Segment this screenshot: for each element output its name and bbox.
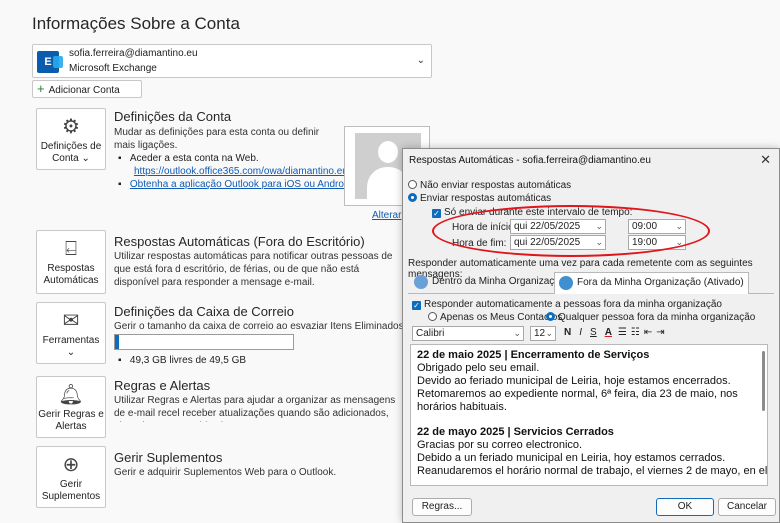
msg-es-line2: Debido a un feriado municipal en Leiria,… [417, 452, 726, 464]
people-icon [414, 275, 428, 289]
chevron-down-icon: ⌄ [513, 328, 521, 338]
radio-anyone-label: Qualquer pessoa fora da minha organizaçã… [558, 312, 756, 323]
chevron-down-icon: ⌄ [416, 55, 425, 66]
mailbox-tools-icon: ✉ [62, 310, 80, 332]
checkmark-icon: ✓ [412, 301, 421, 310]
mailbox-heading: Definições da Caixa de Correio [114, 304, 294, 319]
rules-heading: Regras e Alertas [114, 378, 211, 393]
addins-desc: Gerir e adquirir Suplementos Web para o … [114, 467, 337, 478]
msg-pt-line1: Obrigado pelo seu email. [417, 362, 540, 374]
mailbox-quota-fill [115, 335, 119, 349]
underline-button[interactable]: S [590, 327, 597, 338]
close-icon[interactable]: ✕ [760, 152, 771, 168]
plus-icon: + [37, 81, 45, 96]
web-access-text: Aceder a esta conta na Web. [129, 153, 259, 164]
account-settings-desc: Mudar as definições para esta conta ou d… [114, 127, 320, 151]
add-account-label: Adicionar Conta [48, 85, 120, 96]
account-selector[interactable]: E sofia.ferreira@diamantino.eu Microsoft… [32, 44, 432, 78]
cancel-button[interactable]: Cancelar [718, 498, 776, 516]
tools-tile[interactable]: ✉ Ferramentas ⌄ [36, 302, 106, 364]
rules-button[interactable]: Regras... [412, 498, 472, 516]
font-family-select[interactable]: Calibri ⌄ [412, 326, 524, 341]
numbering-icon[interactable]: ☷ [631, 327, 640, 338]
font-color-button[interactable]: A [605, 327, 612, 338]
globe-icon [559, 276, 573, 290]
radio-anyone-outside[interactable]: Qualquer pessoa fora da minha organizaçã… [546, 312, 755, 323]
rules-alerts-tile[interactable]: 🔔︎ Gerir Regras e Alertas [36, 376, 106, 438]
change-photo-link[interactable]: Alterar [372, 210, 401, 221]
radio-contacts-only[interactable]: Apenas os Meus Contactos [428, 312, 562, 323]
globe-icon: ⊕ [62, 454, 80, 476]
account-settings-tile[interactable]: ⚙ Definições de Conta ⌄ [36, 108, 106, 170]
increase-indent-icon[interactable]: ⇥ [656, 327, 664, 338]
mailbox-usage-text: 49,3 GB livres de 49,5 GB [129, 355, 247, 366]
ok-button[interactable]: OK [656, 498, 714, 516]
tools-tile-label: Ferramentas [42, 335, 100, 346]
mobile-app-link[interactable]: Obtenha a aplicação Outlook para iOS ou … [130, 179, 355, 190]
door-arrow-icon: ⍇ [65, 238, 77, 260]
tab-inside-label: Dentro da Minha Organização [432, 276, 566, 287]
account-settings-tile-label: Definições de Conta [40, 141, 102, 164]
page-title: Informações Sobre a Conta [32, 14, 240, 33]
outside-reply-checkbox[interactable]: ✓ Responder automaticamente a pessoas for… [412, 299, 722, 310]
msg-pt-heading: 22 de maio 2025 | Encerramento de Serviç… [417, 349, 650, 361]
radio-no-auto-reply-label: Não enviar respostas automáticas [420, 180, 572, 191]
dialog-title: Respostas Automáticas - sofia.ferreira@d… [409, 155, 651, 166]
msg-pt-line2: Devido ao feriado municipal de Leiria, h… [417, 375, 731, 387]
rules-desc: Utilizar Regras e Alertas para ajudar a … [114, 395, 396, 422]
radio-send-auto-reply[interactable]: Enviar respostas automáticas [408, 193, 551, 204]
font-size-value: 12 [534, 328, 546, 339]
bold-button[interactable]: N [564, 327, 571, 338]
chevron-down-icon: ⌄ [545, 328, 553, 338]
italic-button[interactable]: I [579, 327, 582, 338]
outside-reply-label: Responder automaticamente a pessoas fora… [424, 299, 722, 310]
automatic-replies-heading: Respostas Automáticas (Fora do Escritóri… [114, 234, 365, 249]
account-email: sofia.ferreira@diamantino.eu [69, 48, 198, 59]
addins-heading: Gerir Suplementos [114, 450, 223, 465]
add-account-button[interactable]: + Adicionar Conta [32, 80, 142, 98]
radio-contacts-label: Apenas os Meus Contactos [440, 312, 563, 323]
msg-es-line3: Reanudaremos el horário normal de trabaj… [417, 465, 768, 477]
msg-es-heading: 22 de mayo 2025 | Servicios Cerrados [417, 426, 614, 438]
manage-addins-tile-label: Gerir Suplementos [41, 479, 101, 502]
radio-anyone-indicator [546, 312, 555, 321]
radio-on-indicator [408, 193, 417, 202]
font-size-select[interactable]: 12 ⌄ [530, 326, 556, 341]
radio-contacts-indicator [428, 312, 437, 321]
automatic-replies-desc: Utilizar respostas automáticas para noti… [114, 251, 393, 288]
tab-outside-org[interactable]: Fora da Minha Organização (Ativado) [554, 272, 749, 294]
mailbox-desc: Gerir o tamanho da caixa de correio ao e… [114, 321, 404, 332]
user-gear-icon: ⚙ [62, 116, 80, 138]
mailbox-quota-bar [114, 334, 294, 350]
mailbox-usage: ▪ 49,3 GB livres de 49,5 GB [118, 355, 247, 366]
account-settings-heading: Definições da Conta [114, 109, 232, 124]
tab-outside-label: Fora da Minha Organização (Ativado) [577, 277, 744, 288]
bullet-web-access: ▪ Aceder a esta conta na Web. [118, 153, 259, 164]
radio-off-indicator [408, 180, 417, 189]
rules-alerts-tile-label: Gerir Regras e Alertas [38, 409, 104, 432]
red-highlight-ellipse [432, 205, 710, 257]
exchange-icon: E [37, 51, 63, 73]
organization-tabs: Dentro da Minha Organização Fora da Minh… [408, 272, 774, 294]
msg-es-line1: Gracias por su correo electronico. [417, 439, 583, 451]
bullets-icon[interactable]: ☰ [618, 327, 627, 338]
msg-pt-line3: Retomaremos ao expediente normal, 6ª fei… [417, 388, 738, 400]
automatic-replies-tile[interactable]: ⍇ Respostas Automáticas [36, 230, 106, 294]
format-toolbar: N I S A ☰ ☷ ⇤ ⇥ [564, 327, 665, 343]
tab-inside-org[interactable]: Dentro da Minha Organização [410, 272, 569, 294]
checkmark-icon: ✓ [432, 209, 441, 218]
msg-pt-line4: horários habituais. [417, 401, 507, 413]
radio-send-auto-reply-label: Enviar respostas automáticas [420, 193, 552, 204]
decrease-indent-icon[interactable]: ⇤ [644, 327, 652, 338]
bullet-mobile-app: ▪ Obtenha a aplicação Outlook para iOS o… [118, 179, 355, 190]
radio-no-auto-reply[interactable]: Não enviar respostas automáticas [408, 180, 571, 191]
owa-link[interactable]: https://outlook.office365.com/owa/diaman… [134, 165, 351, 178]
account-type: Microsoft Exchange [69, 63, 157, 74]
editor-scrollbar[interactable] [762, 351, 765, 411]
message-editor[interactable]: 22 de maio 2025 | Encerramento de Serviç… [410, 344, 768, 486]
manage-addins-tile[interactable]: ⊕ Gerir Suplementos [36, 446, 106, 508]
bell-rules-icon: 🔔︎ [58, 384, 84, 406]
automatic-replies-tile-label: Respostas Automáticas [43, 263, 99, 286]
font-family-value: Calibri [416, 328, 445, 339]
